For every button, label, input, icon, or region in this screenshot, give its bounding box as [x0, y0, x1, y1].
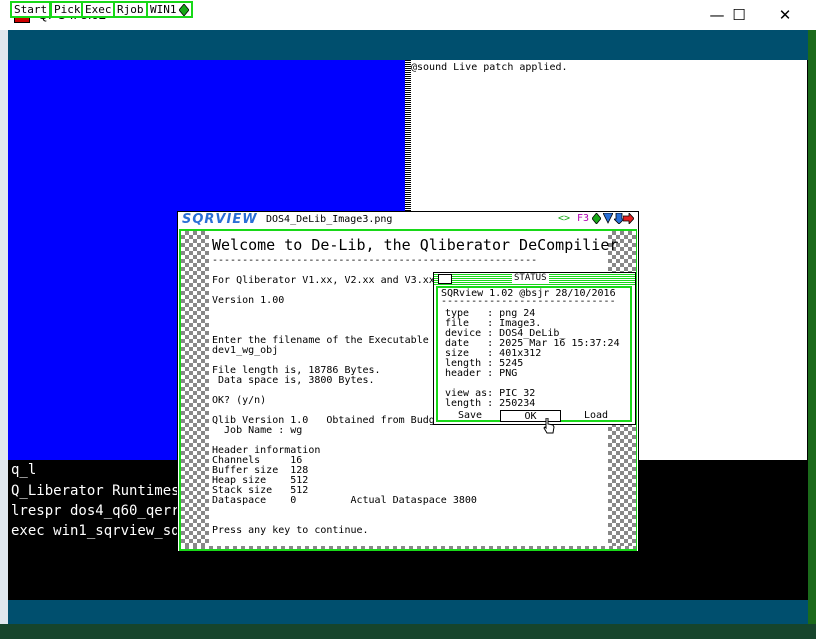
sound-message: @sound Live patch applied. — [411, 62, 568, 73]
screen-bottom-strip — [8, 600, 808, 624]
text-line: For Qliberator V1.xx, V2.xx and V3.xx — [212, 275, 435, 286]
console-line: Q_Liberator Runtimes — [11, 483, 180, 499]
close-button[interactable]: ✕ — [762, 0, 808, 30]
f3-control[interactable]: F3 — [577, 213, 589, 224]
console-line: q_l — [11, 462, 37, 478]
console-line: lrespr dos4_q60_qerr6 — [11, 503, 189, 519]
text-line: OK? (y/n) — [212, 395, 267, 406]
console-line: exec win1_sqrview_sqr — [11, 523, 189, 539]
text-line: Press any key to continue. — [212, 525, 369, 536]
status-window-icon — [438, 274, 452, 284]
sqrview-filename: DOS4_DeLib_Image3.png — [266, 214, 393, 225]
status-field: length : 250234 — [445, 398, 536, 409]
text-line: Job Name : wg — [212, 425, 303, 436]
desktop-right-edge — [808, 0, 816, 639]
qpac-button-bar — [8, 30, 808, 60]
rjob-button[interactable]: Rjob — [113, 1, 148, 18]
text-line: Version 1.00 — [212, 295, 285, 306]
desktop-bottom-edge — [0, 624, 816, 639]
hand-cursor-icon — [543, 418, 555, 434]
win1-label: WIN1 — [150, 3, 177, 16]
welcome-heading: Welcome to De-Lib, the Qliberator DeComp… — [212, 236, 619, 254]
quit-arrow-icon[interactable] — [623, 213, 634, 224]
checker-border-left — [181, 231, 209, 549]
heading-rule: ----------------------------------------… — [212, 255, 538, 266]
exec-button[interactable]: Exec — [81, 1, 116, 18]
win1-button[interactable]: WIN1 — [146, 1, 193, 18]
status-title: STATUS — [512, 273, 549, 283]
move-diamond-icon[interactable] — [592, 213, 601, 224]
status-rule: ----------------------------- — [441, 296, 616, 307]
start-button[interactable]: Start — [10, 1, 52, 18]
maximize-button[interactable]: ☐ — [716, 0, 762, 30]
save-button[interactable]: Save — [450, 410, 490, 422]
checker-border-bottom — [181, 546, 636, 549]
green-diamond-icon — [178, 4, 189, 16]
text-line: Data space is, 3800 Bytes. — [212, 375, 375, 386]
text-line: dev1_wg_obj — [212, 345, 279, 356]
load-button[interactable]: Load — [576, 410, 616, 422]
pick-button[interactable]: Pick — [50, 1, 85, 18]
desktop-left-edge — [0, 0, 8, 639]
prev-next-control[interactable]: <> — [558, 213, 570, 224]
text-line: Dataspace 0 Actual Dataspace 3800 — [212, 495, 477, 506]
status-field: header : PNG — [445, 368, 518, 379]
sqrview-logo: SQRVIEW — [182, 212, 258, 227]
sleep-arrow-icon[interactable] — [603, 213, 613, 224]
